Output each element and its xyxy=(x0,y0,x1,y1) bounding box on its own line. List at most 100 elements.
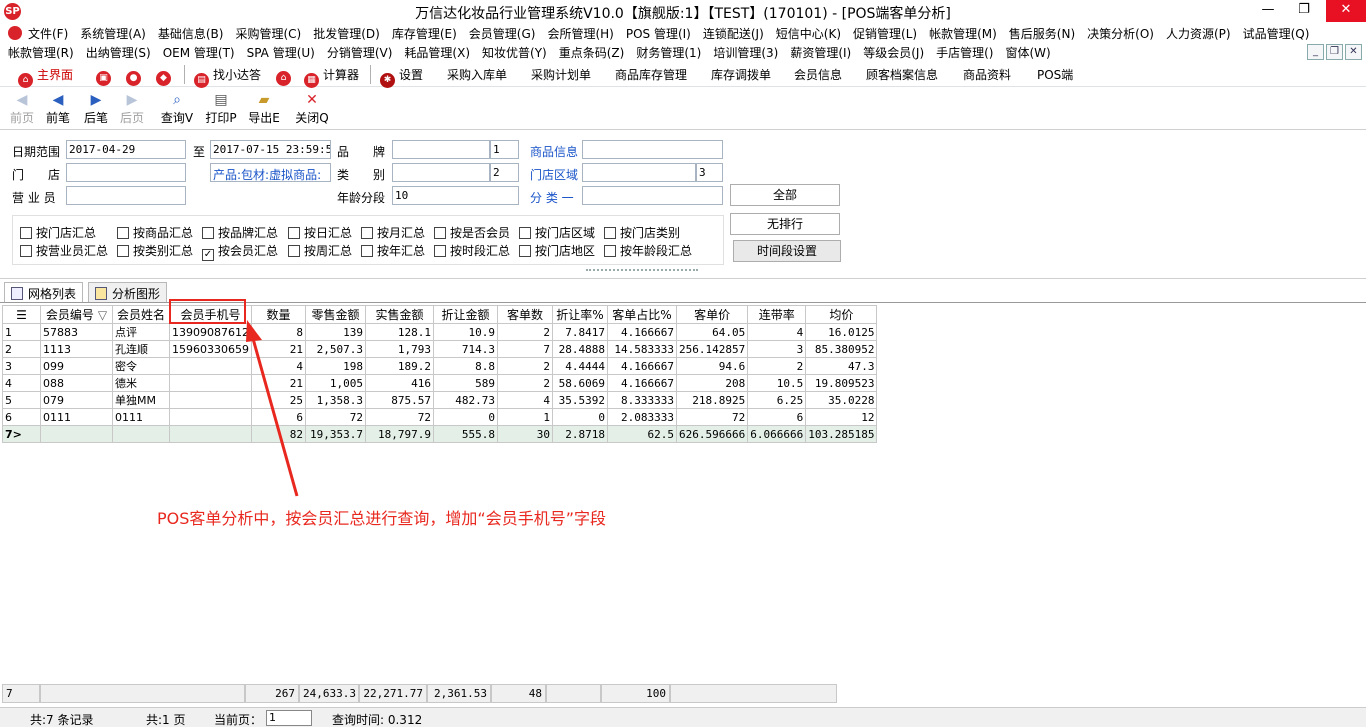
table-cell[interactable]: 德米 xyxy=(112,374,170,392)
table-row[interactable]: 4 088 德米 21 1,005 416 589 2 58.6069 4.166667 208 10… xyxy=(2,374,878,392)
group-option-checkbox[interactable]: 按营业员汇总 xyxy=(20,242,108,259)
column-header[interactable]: 数量 xyxy=(250,305,306,324)
main-menu-item[interactable]: 文件(F) xyxy=(28,27,68,41)
table-cell[interactable]: 2 xyxy=(496,374,553,392)
secondary-menu-item[interactable]: 薪资管理(I) xyxy=(790,46,851,60)
table-cell[interactable]: 47.3 xyxy=(805,357,878,375)
find-helper-button[interactable]: ▤ 找小达答 xyxy=(194,66,261,88)
main-menu-item[interactable]: POS 管理(I) xyxy=(626,27,691,41)
summary-row[interactable]: 7> 82 19,353.7 18,797.9 555.8 30 2.8718 62.5 626… xyxy=(2,425,878,443)
store-input[interactable] xyxy=(66,163,186,182)
table-cell[interactable]: 7.8417 xyxy=(551,323,608,341)
column-header[interactable]: 客单价 xyxy=(675,305,749,324)
table-cell[interactable]: 7 xyxy=(496,340,553,358)
table-cell[interactable]: 10.9 xyxy=(432,323,498,341)
table-cell[interactable]: 189.2 xyxy=(364,357,434,375)
query-button[interactable]: ⌕ 查询V xyxy=(157,91,197,126)
main-menu-item[interactable]: 帐款管理(M) xyxy=(929,27,997,41)
main-menu-item[interactable]: 会所管理(H) xyxy=(547,27,613,41)
table-cell[interactable]: 密令 xyxy=(112,357,170,375)
close-window-button[interactable]: ✕ xyxy=(1326,0,1366,22)
table-cell[interactable]: 128.1 xyxy=(364,323,434,341)
main-menu-item[interactable]: 基础信息(B) xyxy=(158,27,224,41)
table-cell[interactable]: 589 xyxy=(432,374,498,392)
no-sort-button[interactable]: 无排行 xyxy=(730,213,840,235)
mdi-restore-button[interactable]: ❐ xyxy=(1326,44,1343,60)
secondary-menu-item[interactable]: 等级会员(J) xyxy=(863,46,924,60)
table-cell[interactable]: 1,005 xyxy=(304,374,366,392)
group-option-checkbox[interactable]: 按门店区域 xyxy=(519,224,595,241)
table-cell[interactable]: 2.083333 xyxy=(606,408,677,426)
group-option-checkbox[interactable]: 按年汇总 xyxy=(361,242,425,259)
main-menu-item[interactable]: 试品管理(Q) xyxy=(1243,27,1310,41)
column-header[interactable]: 会员姓名 xyxy=(112,305,170,324)
quick-link-stock-transfer[interactable]: 库存调拨单 xyxy=(711,66,771,83)
column-header[interactable]: 实售金额 xyxy=(364,305,434,324)
table-cell[interactable]: 218.8925 xyxy=(675,391,749,409)
table-cell[interactable]: 2 xyxy=(496,323,553,341)
table-cell[interactable] xyxy=(112,425,170,443)
table-cell[interactable]: 0111 xyxy=(112,408,170,426)
main-menu-item[interactable]: 促销管理(L) xyxy=(853,27,917,41)
category-code-input[interactable]: 2 xyxy=(490,163,519,182)
group-option-checkbox[interactable]: 按类别汇总 xyxy=(117,242,193,259)
table-cell[interactable] xyxy=(169,425,252,443)
column-header[interactable]: 连带率 xyxy=(747,305,807,324)
age-segment-input[interactable]: 10 xyxy=(392,186,519,205)
quick-link-goods-data[interactable]: 商品资料 xyxy=(963,66,1011,83)
chat-button[interactable]: ● xyxy=(126,66,145,86)
secondary-menu-item[interactable]: 耗品管理(X) xyxy=(404,46,470,60)
home-button[interactable]: ⌂ 主界面 xyxy=(18,66,73,88)
table-cell[interactable]: 875.57 xyxy=(364,391,434,409)
secondary-menu-item[interactable]: 财务管理(1) xyxy=(636,46,701,60)
table-cell[interactable]: 4.166667 xyxy=(606,374,677,392)
table-cell[interactable]: 72 xyxy=(304,408,366,426)
table-cell[interactable]: 2 xyxy=(747,357,807,375)
quick-link-member-info[interactable]: 会员信息 xyxy=(794,66,842,83)
table-cell[interactable] xyxy=(40,425,113,443)
classify-label[interactable]: 分 类 一 xyxy=(530,189,574,206)
row-number-cell[interactable]: 1 xyxy=(2,323,41,341)
quick-link-purchase-in[interactable]: 采购入库单 xyxy=(447,66,507,83)
group-option-checkbox[interactable]: 按时段汇总 xyxy=(434,242,510,259)
group-option-checkbox[interactable]: 按是否会员 xyxy=(434,224,510,241)
home-shortcut-button[interactable]: ⌂ xyxy=(276,66,295,86)
date-from-input[interactable]: 2017-04-29 xyxy=(66,140,186,159)
table-cell[interactable]: 35.0228 xyxy=(805,391,878,409)
table-cell[interactable]: 1 xyxy=(496,408,553,426)
column-header[interactable]: 客单占比% xyxy=(606,305,677,324)
quick-link-stock-manage[interactable]: 商品库存管理 xyxy=(615,66,687,83)
main-menu-item[interactable]: 短信中心(K) xyxy=(776,27,841,41)
group-option-checkbox[interactable]: 按年龄段汇总 xyxy=(604,242,692,259)
table-cell[interactable]: 482.73 xyxy=(432,391,498,409)
secondary-menu-item[interactable]: 知妆优普(Y) xyxy=(482,46,547,60)
close-button[interactable]: ✕ 关闭Q xyxy=(292,91,332,126)
mdi-close-button[interactable]: ✕ xyxy=(1345,44,1362,60)
table-cell[interactable]: 1,793 xyxy=(364,340,434,358)
next-record-button[interactable]: ▶ 后笔 xyxy=(76,91,116,126)
table-cell[interactable]: 2,507.3 xyxy=(304,340,366,358)
table-cell[interactable]: 21 xyxy=(250,374,306,392)
table-cell[interactable]: 4.166667 xyxy=(606,357,677,375)
table-cell[interactable]: 62.5 xyxy=(606,425,677,443)
table-cell[interactable]: 555.8 xyxy=(432,425,498,443)
table-row[interactable]: 5 079 单独MM 25 1,358.3 875.57 482.73 4 35.5392 8.3… xyxy=(2,391,878,409)
store-area-input[interactable] xyxy=(582,163,696,182)
group-option-checkbox[interactable]: 按门店类别 xyxy=(604,224,680,241)
row-number-cell[interactable]: 6 xyxy=(2,408,41,426)
table-cell[interactable]: 30 xyxy=(496,425,553,443)
app-menu-icon[interactable] xyxy=(8,26,22,40)
brand-code-input[interactable]: 1 xyxy=(490,140,519,159)
table-cell[interactable]: 12 xyxy=(805,408,878,426)
table-cell[interactable]: 198 xyxy=(304,357,366,375)
time-range-button[interactable]: 时间段设置 xyxy=(733,240,841,262)
table-row[interactable]: 1 57883 点评 13909087612 8 139 128.1 10.9 2 7.8417 4… xyxy=(2,323,878,341)
table-cell[interactable]: 8.333333 xyxy=(606,391,677,409)
table-cell[interactable]: 079 xyxy=(40,391,113,409)
main-menu-item[interactable]: 会员管理(G) xyxy=(469,27,536,41)
salesperson-input[interactable] xyxy=(66,186,186,205)
calculator-button[interactable]: ▦ 计算器 xyxy=(304,66,359,88)
table-cell[interactable]: 2 xyxy=(496,357,553,375)
table-cell[interactable]: 8 xyxy=(250,323,306,341)
secondary-menu-item[interactable]: 出纳管理(S) xyxy=(86,46,151,60)
